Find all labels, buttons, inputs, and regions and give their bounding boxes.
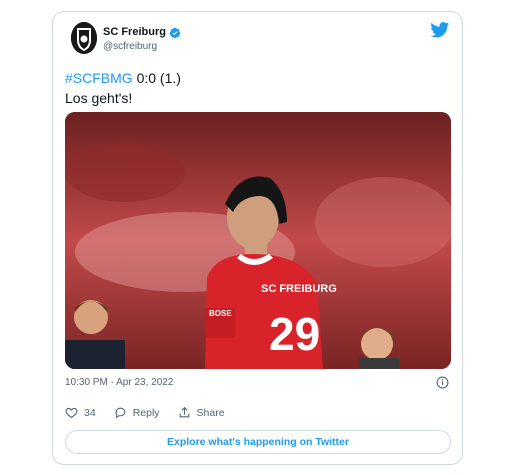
twitter-bird-icon[interactable]	[430, 22, 450, 38]
author-name-row: SC Freiburg	[103, 24, 181, 40]
verified-badge-icon	[169, 26, 181, 39]
stadium-photo: SC FREIBURG 29 BOSE	[65, 112, 451, 369]
sleeve-sponsor: BOSE	[209, 309, 232, 318]
author-name[interactable]: SC Freiburg	[103, 26, 166, 38]
tweet-text-line2: Los geht's!	[65, 90, 133, 106]
tweet-photo[interactable]: SC FREIBURG 29 BOSE	[65, 112, 451, 369]
reply-button[interactable]: Reply	[114, 406, 160, 419]
share-button[interactable]: Share	[178, 406, 225, 419]
reply-label: Reply	[132, 406, 160, 419]
explore-twitter-button[interactable]: Explore what's happening on Twitter	[65, 430, 451, 454]
reply-icon	[115, 407, 126, 419]
like-count: 34	[84, 406, 96, 419]
heart-icon	[65, 407, 78, 419]
tweet-timestamp[interactable]: 10:30 PM · Apr 23, 2022	[65, 377, 173, 388]
score-text: 0:0 (1.)	[132, 70, 181, 86]
info-icon[interactable]	[436, 376, 449, 389]
tweet-card: SC Freiburg @scfreiburg #SCFBMG 0:0 (1.)…	[52, 11, 463, 465]
author-handle[interactable]: @scfreiburg	[103, 41, 181, 52]
jersey-number: 29	[269, 308, 320, 360]
tweet-text: #SCFBMG 0:0 (1.) Los geht's!	[65, 68, 181, 108]
author-block: SC Freiburg @scfreiburg	[103, 24, 181, 52]
jersey-name: SC FREIBURG	[261, 283, 337, 295]
like-button[interactable]: 34	[65, 406, 96, 419]
avatar[interactable]	[71, 22, 97, 54]
action-bar: 34 Reply Share	[65, 406, 243, 419]
tweet-text-line1: #SCFBMG 0:0 (1.)	[65, 68, 181, 88]
share-label: Share	[196, 406, 225, 419]
share-icon	[179, 406, 189, 418]
club-crest-icon	[71, 22, 97, 54]
hashtag-link[interactable]: #SCFBMG	[65, 70, 133, 86]
